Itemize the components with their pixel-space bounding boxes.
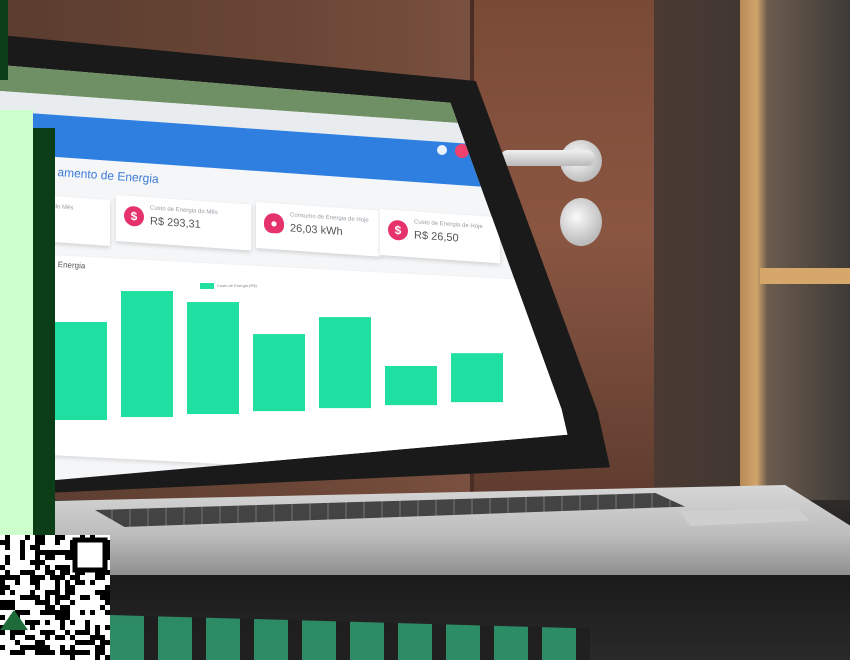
overlay-panel-dark — [33, 128, 55, 535]
chart-bar — [451, 353, 503, 403]
overlay-strip-dark — [0, 0, 8, 80]
chart-bar — [385, 365, 437, 406]
shelf — [760, 268, 850, 284]
qr-code — [0, 535, 110, 660]
chart-bar — [55, 322, 107, 420]
door-handle — [500, 150, 595, 166]
chart-bar — [253, 334, 305, 412]
overlay-panel-light — [0, 110, 33, 535]
chart-bar — [121, 291, 173, 418]
chart-bar — [187, 302, 239, 415]
qr-code-pattern — [0, 535, 110, 660]
chart-bar — [319, 317, 371, 409]
door-lock — [560, 198, 602, 246]
